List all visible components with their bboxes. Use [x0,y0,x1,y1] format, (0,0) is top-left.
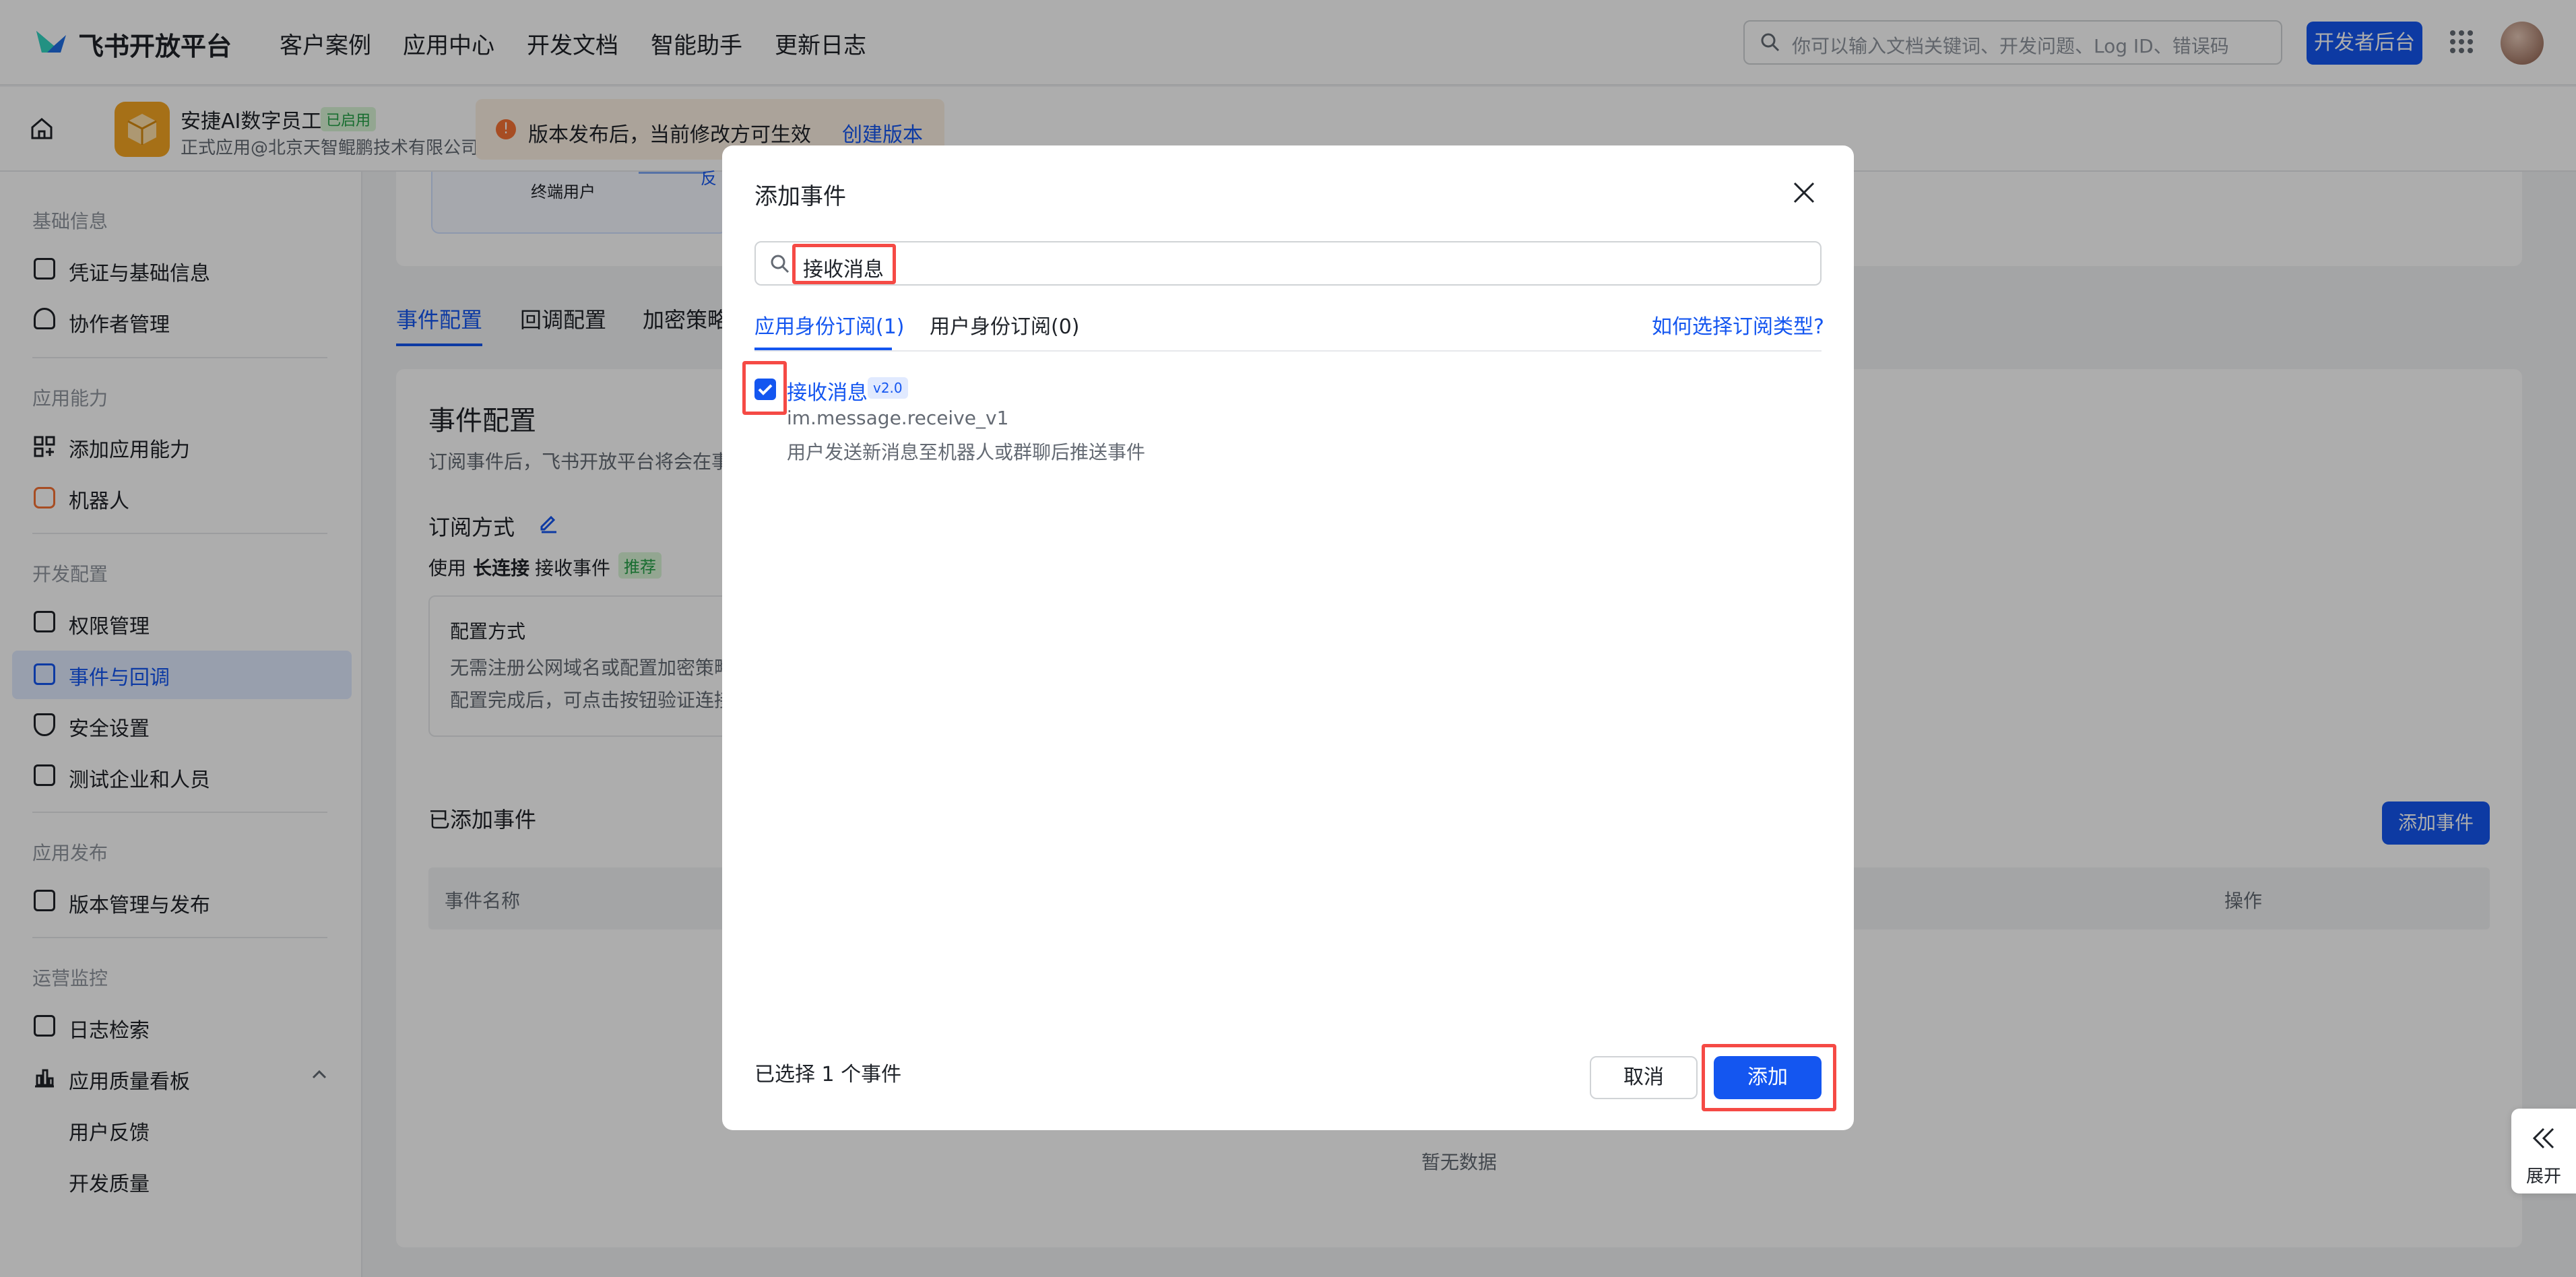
expand-label: 展开 [2526,1167,2562,1187]
expand-panel-button[interactable]: 展开 [2511,1109,2576,1193]
checkbox-highlight-box [742,361,787,415]
double-chevron-left-icon [2530,1125,2557,1152]
selected-count: 已选择 1 个事件 [754,1063,902,1086]
close-icon[interactable] [1792,181,1816,205]
cancel-button[interactable]: 取消 [1590,1056,1698,1099]
event-version-badge: v2.0 [868,377,908,399]
search-highlight-box [792,244,896,284]
tabs-divider [754,350,1822,352]
subscription-help-link[interactable]: 如何选择订阅类型? [1652,310,1824,339]
tab-user-identity[interactable]: 用户身份订阅(0) [930,310,1080,339]
event-key: im.message.receive_v1 [787,407,1009,429]
event-name[interactable]: 接收消息 [787,376,868,405]
search-icon [769,253,791,275]
add-event-modal: 添加事件 接收消息 应用身份订阅(1) 用户身份订阅(0) 如何选择订阅类型? … [722,145,1854,1130]
event-description: 用户发送新消息至机器人或群聊后推送事件 [787,441,1146,463]
event-search-input[interactable]: 接收消息 [754,241,1822,286]
add-highlight-box [1702,1044,1836,1111]
modal-title: 添加事件 [754,183,846,210]
tab-app-identity[interactable]: 应用身份订阅(1) [754,310,905,339]
